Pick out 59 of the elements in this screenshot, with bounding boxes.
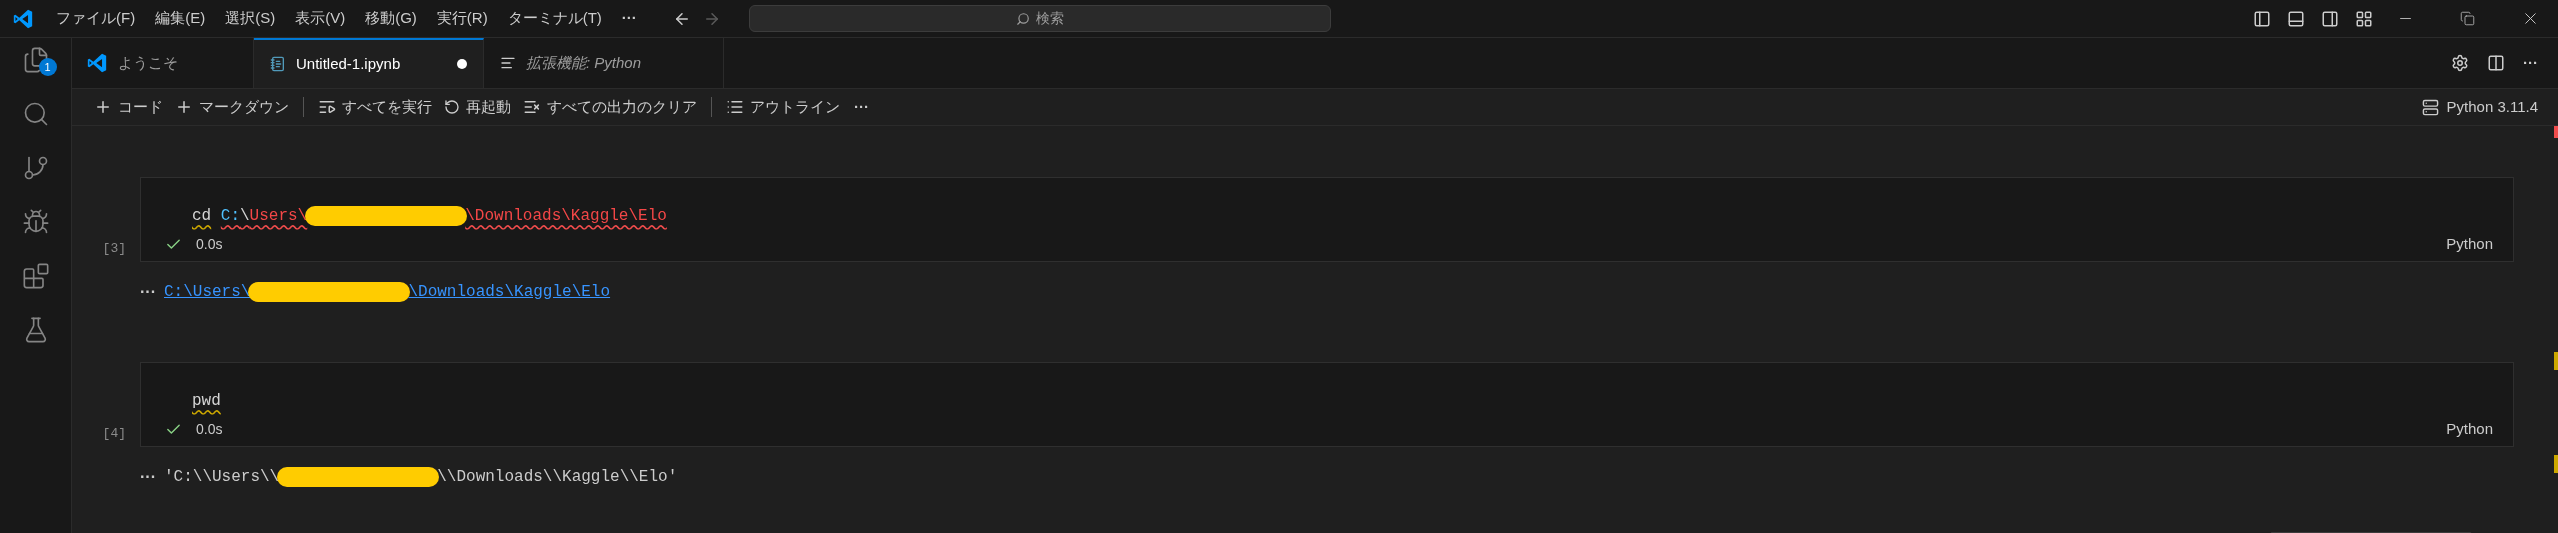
more-actions[interactable]: ··· (2523, 51, 2538, 75)
cell-language[interactable]: Python (2446, 418, 2493, 441)
plus-icon (94, 98, 112, 116)
blocks-icon[interactable] (21, 262, 50, 290)
code-cell[interactable]: cd C:\Users\ \Downloads\Kaggle\Elo 0.0s Python (140, 177, 2514, 262)
menu-item[interactable]: 移動(G) (365, 7, 417, 30)
run-all-icon (318, 98, 336, 116)
output-more[interactable]: ··· (140, 465, 156, 489)
plus-icon (175, 98, 193, 116)
menu-item[interactable]: 表示(V) (295, 7, 346, 30)
overview-ruler-mark (2554, 455, 2558, 473)
overview-ruler-mark (2554, 352, 2558, 370)
toolbar-button[interactable]: 再起動 (438, 94, 517, 120)
search-field[interactable]: 検索 (748, 5, 1331, 32)
app-logo-icon (12, 7, 34, 30)
output-text: 'C:\\Users\\ \\Downloads\\Kaggle\\Elo' (164, 465, 678, 489)
list-icon (726, 98, 744, 116)
menu-item[interactable]: 実行(R) (436, 7, 488, 30)
notification-badge: 1 (38, 58, 57, 76)
toolbar-button[interactable]: アウトライン (720, 94, 846, 120)
menu-item[interactable]: 選択(S) (225, 7, 276, 30)
notebook-icon (270, 56, 286, 72)
toolbar-button[interactable]: すべての出力のクリア (517, 94, 703, 120)
search-icon (1015, 11, 1030, 26)
panel-left-icon[interactable] (2253, 9, 2271, 28)
more-menu[interactable]: ··· (621, 7, 637, 30)
code-cell[interactable]: pwd 0.0s Python (140, 362, 2514, 447)
execution-time: 0.0s (196, 420, 223, 439)
cell-language[interactable]: Python (2446, 233, 2493, 256)
kernel-icon (2421, 98, 2439, 116)
settings-icon[interactable] (2451, 54, 2469, 72)
toolbar-button[interactable]: コード (88, 94, 169, 120)
clear-icon (523, 98, 541, 116)
panel-right-icon[interactable] (2321, 9, 2339, 28)
overview-ruler-mark (2554, 126, 2558, 138)
editor-tab[interactable]: 拡張機能: Python (484, 38, 724, 88)
execution-count: [4] (102, 424, 126, 443)
restore-icon[interactable] (2460, 11, 2475, 26)
layout-icon[interactable] (2355, 9, 2373, 28)
more-actions[interactable]: ··· (854, 95, 869, 119)
menu-item[interactable]: ファイル(F) (56, 7, 136, 30)
code-line: pwd (192, 391, 221, 412)
app-logo-icon (86, 52, 108, 74)
split-editor-icon[interactable] (2487, 54, 2505, 72)
editor-tab[interactable]: Untitled-1.ipynb (254, 38, 484, 88)
bug-icon[interactable] (21, 208, 50, 236)
menu-item[interactable]: 編集(E) (155, 7, 206, 30)
code-line: cd C:\Users\ \Downloads\Kaggle\Elo (192, 204, 667, 228)
restart-icon (444, 99, 460, 115)
panel-bottom-icon[interactable] (2287, 9, 2305, 28)
execution-count: [3] (102, 239, 126, 258)
toolbar-button[interactable]: マークダウン (169, 94, 295, 120)
output-link[interactable]: C:\Users\ \Downloads\Kaggle\Elo (164, 280, 611, 304)
toolbar-button[interactable]: すべてを実行 (312, 94, 438, 120)
execution-time: 0.0s (196, 235, 223, 254)
kernel-picker[interactable]: Python 3.11.4 (2421, 95, 2538, 119)
menu-item[interactable]: ターミナル(T) (507, 7, 602, 30)
lines-icon (500, 55, 516, 71)
output-more[interactable]: ··· (140, 280, 156, 304)
